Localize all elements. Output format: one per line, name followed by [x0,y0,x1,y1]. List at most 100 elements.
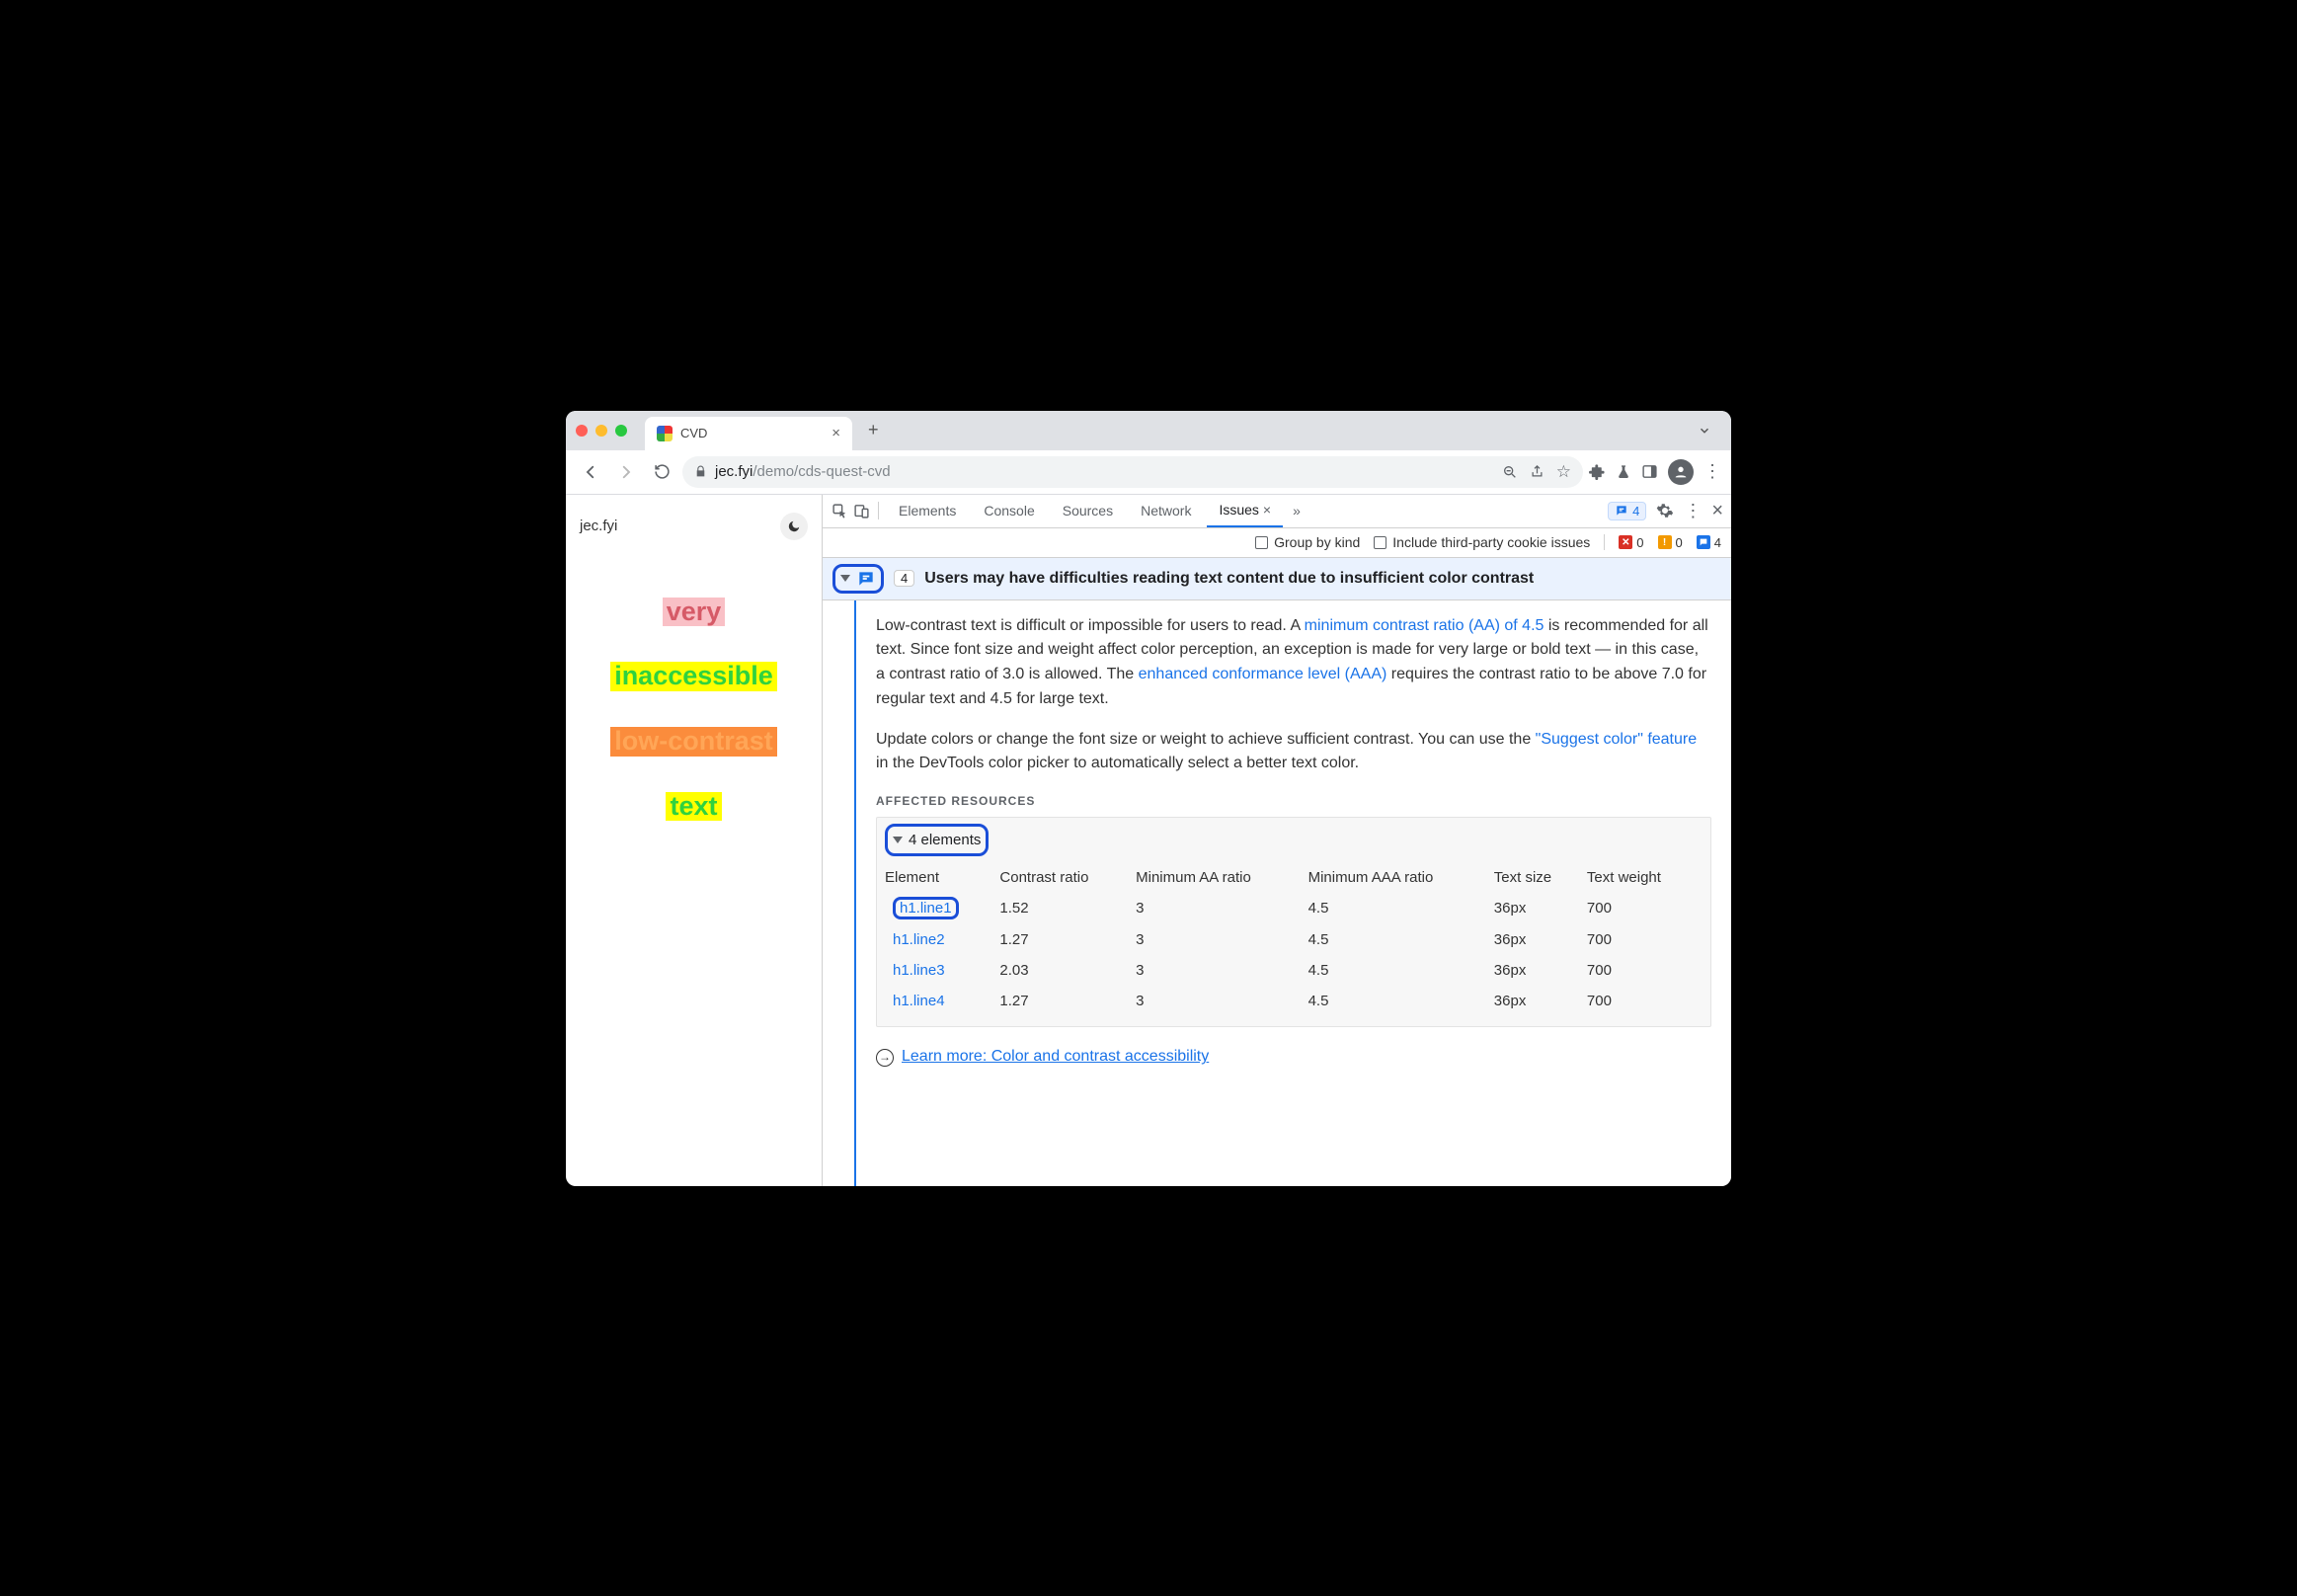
tab-title: CVD [680,426,707,440]
zoom-icon[interactable] [1502,464,1518,480]
link-aaa-level[interactable]: enhanced conformance level (AAA) [1139,666,1387,682]
cell-cr: 1.27 [999,986,1136,1016]
thirdparty-checkbox[interactable]: Include third-party cookie issues [1374,534,1590,550]
info-counter[interactable]: 4 [1697,535,1721,550]
cell-size: 36px [1494,955,1587,986]
favicon-icon [657,426,673,441]
extensions-icon[interactable] [1589,463,1606,480]
cell-cr: 2.03 [999,955,1136,986]
issues-counter-badge[interactable]: 4 [1608,502,1646,520]
element-link[interactable]: h1.line4 [893,993,945,1009]
text: Update colors or change the font size or… [876,731,1536,748]
share-icon[interactable] [1530,464,1545,479]
window-controls [576,425,627,437]
bookmark-icon[interactable]: ☆ [1556,462,1571,482]
labs-icon[interactable] [1616,464,1631,480]
theme-toggle-button[interactable] [780,513,808,540]
settings-icon[interactable] [1656,502,1674,519]
cell-aaa: 4.5 [1308,893,1494,923]
close-window-button[interactable] [576,425,588,437]
device-icon[interactable] [852,502,870,519]
issue-paragraph-1: Low-contrast text is difficult or imposs… [876,614,1711,712]
issue-content: Low-contrast text is difficult or imposs… [856,600,1731,1186]
browser-tab[interactable]: CVD × [645,417,852,450]
maximize-window-button[interactable] [615,425,627,437]
table-row: h1.line2 1.27 3 4.5 36px 700 [885,924,1703,955]
demo-line-2: inaccessible [610,662,777,691]
table-row: h1.line4 1.27 3 4.5 36px 700 [885,986,1703,1016]
cell-aaa: 4.5 [1308,986,1494,1016]
warning-counter[interactable]: !0 [1658,535,1683,550]
issues-counter-value: 4 [1632,504,1639,519]
dt-tab-network[interactable]: Network [1129,495,1203,527]
address-bar[interactable]: jec.fyi/demo/cds-quest-cvd ☆ [682,456,1583,488]
error-counter[interactable]: ✕0 [1619,535,1643,550]
triangle-down-icon[interactable] [893,837,903,843]
content-split: jec.fyi very inaccessible low-contrast t… [566,495,1731,1186]
issue-rail [823,600,856,1186]
demo-line-4: text [666,792,721,822]
cell-weight: 700 [1587,924,1703,955]
col-element: Element [885,862,999,893]
cell-aa: 3 [1136,893,1307,923]
cell-weight: 700 [1587,955,1703,986]
element-link[interactable]: h1.line1 [893,897,959,919]
tab-close-icon[interactable]: × [832,425,840,441]
devtools-close-icon[interactable]: × [1711,500,1723,522]
more-icon[interactable]: ⋮ [1684,501,1702,521]
resources-table: Element Contrast ratio Minimum AA ratio … [885,862,1703,1016]
table-row: h1.line3 2.03 3 4.5 36px 700 [885,955,1703,986]
chat-icon [1615,504,1628,518]
dt-tab-sources[interactable]: Sources [1051,495,1125,527]
tab-close-icon[interactable]: × [1263,502,1271,518]
tabs-overflow-button[interactable] [1688,424,1721,438]
minimize-window-button[interactable] [595,425,607,437]
forward-button[interactable] [611,457,641,487]
group-by-kind-checkbox[interactable]: Group by kind [1255,534,1360,550]
element-link[interactable]: h1.line3 [893,962,945,979]
elements-summary-highlight: 4 elements [885,824,989,856]
issue-header[interactable]: 4 Users may have difficulties reading te… [823,558,1731,600]
dt-tab-issues-label: Issues [1219,502,1258,518]
triangle-down-icon[interactable] [840,575,850,582]
cell-aa: 3 [1136,986,1307,1016]
devtools-pane: Elements Console Sources Network Issues … [823,495,1731,1186]
col-weight: Text weight [1587,862,1703,893]
info-count-value: 4 [1714,535,1721,550]
affected-resources-label: AFFECTED RESOURCES [876,792,1711,811]
learn-more-link[interactable]: Learn more: Color and contrast accessibi… [902,1045,1209,1070]
issue-paragraph-2: Update colors or change the font size or… [876,728,1711,777]
dt-tab-console[interactable]: Console [972,495,1046,527]
table-row: h1.line1 1.52 3 4.5 36px 700 [885,893,1703,923]
new-tab-button[interactable]: + [860,420,887,440]
col-size: Text size [1494,862,1587,893]
cell-size: 36px [1494,924,1587,955]
link-suggest-color[interactable]: "Suggest color" feature [1536,731,1697,748]
dt-tab-issues[interactable]: Issues × [1207,495,1283,527]
toolbar: jec.fyi/demo/cds-quest-cvd ☆ ⋮ [566,450,1731,495]
affected-resources-box: 4 elements Element Contrast ratio Minimu… [876,817,1711,1028]
inspect-icon[interactable] [831,502,848,519]
url-domain: jec.fyi [715,463,752,480]
tabs-more-icon[interactable]: » [1287,503,1307,519]
dt-tab-elements[interactable]: Elements [887,495,968,527]
elements-summary[interactable]: 4 elements [909,829,981,851]
cell-size: 36px [1494,986,1587,1016]
error-count-value: 0 [1636,535,1643,550]
issue-body: Low-contrast text is difficult or imposs… [823,600,1731,1186]
reload-button[interactable] [647,457,676,487]
profile-avatar[interactable] [1668,459,1694,485]
arrow-right-circle-icon: → [876,1049,894,1067]
link-aa-ratio[interactable]: minimum contrast ratio (AA) of 4.5 [1305,617,1545,634]
col-aa: Minimum AA ratio [1136,862,1307,893]
window-titlebar: CVD × + [566,411,1731,450]
menu-icon[interactable]: ⋮ [1703,461,1721,482]
back-button[interactable] [576,457,605,487]
devtools-toolbar: Elements Console Sources Network Issues … [823,495,1731,528]
warning-count-value: 0 [1676,535,1683,550]
learn-more-row: → Learn more: Color and contrast accessi… [876,1045,1711,1070]
cell-aa: 3 [1136,955,1307,986]
element-link[interactable]: h1.line2 [893,931,945,948]
demo-line-1: very [663,598,726,627]
sidepanel-icon[interactable] [1641,463,1658,480]
